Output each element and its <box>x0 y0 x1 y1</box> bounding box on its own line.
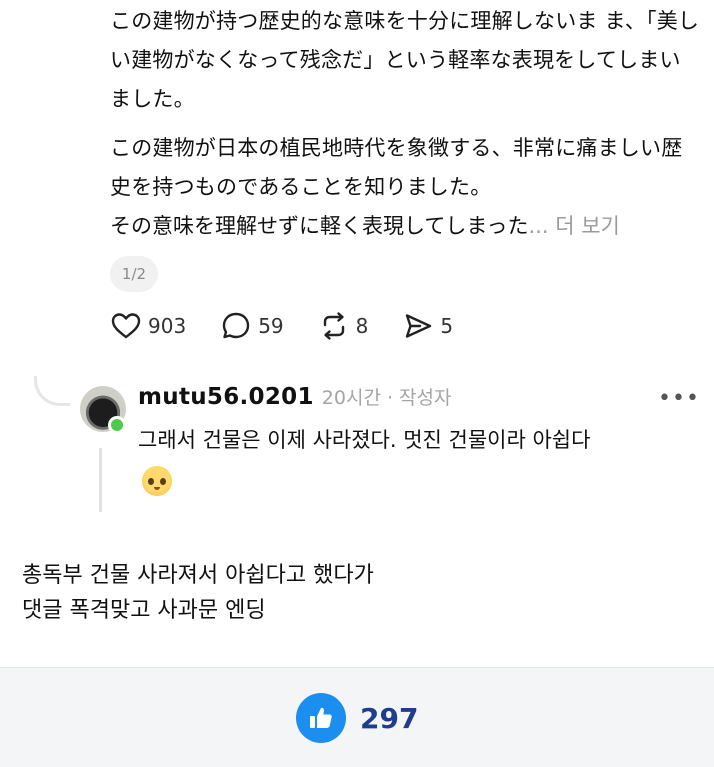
reply-text: 그래서 건물은 이제 사라졌다. 멋진 건물이라 아쉽다 <box>138 428 591 452</box>
bottom-like-bar <box>0 667 714 767</box>
heart-icon <box>111 313 141 339</box>
post-body: この建物が持つ歴史的な意味を十分に理解しないま ま、「美しい建物がなくなって残念… <box>110 2 700 246</box>
like-count: 903 <box>148 314 187 338</box>
post-paragraph-3-truncated: その意味を理解せずに軽く表現してしまった... 더 보기 <box>110 207 700 246</box>
post-paragraph-3: その意味を理解せずに軽く表現してしまった <box>110 214 529 238</box>
reply-header: mutu56.0201 20시간 · 작성자 <box>138 383 451 410</box>
reply-username[interactable]: mutu56.0201 <box>138 384 314 410</box>
post-paragraph-2: この建物が日本の植民地時代を象徴する、非常に痛ましい歴史を持つものであることを知… <box>110 136 683 199</box>
share-button[interactable]: 5 <box>402 310 453 342</box>
online-status-dot <box>108 416 126 434</box>
caption-line-1: 총독부 건물 사라져서 아쉽다고 했다가 <box>22 563 374 588</box>
reply-meta: 20시간 · 작성자 <box>321 387 452 409</box>
see-more-link[interactable]: 더 보기 <box>549 214 620 238</box>
thumbs-up-icon <box>310 707 332 728</box>
comment-icon <box>222 312 250 339</box>
like-button[interactable]: 903 <box>110 310 186 342</box>
post-paragraph-1: この建物が持つ歴史的な意味を十分に理解しないま ま、「美しい建物がなくなって残念… <box>110 9 700 111</box>
caption: 총독부 건물 사라져서 아쉽다고 했다가 댓글 폭격맞고 사과문 엔딩 <box>22 558 374 628</box>
share-count: 5 <box>440 314 454 338</box>
thread-connector-line <box>99 448 102 512</box>
pleading-face-emoji <box>142 466 172 496</box>
comment-count: 59 <box>258 314 284 338</box>
repost-icon <box>323 312 344 340</box>
page-indicator-badge: 1/2 <box>110 256 158 292</box>
repost-button[interactable]: 8 <box>318 310 369 342</box>
thread-connector-curve <box>34 376 70 406</box>
caption-line-2: 댓글 폭격맞고 사과문 엔딩 <box>22 598 266 623</box>
thumbs-up-button[interactable] <box>296 693 346 743</box>
post-action-bar: 903 59 8 5 <box>110 306 487 346</box>
more-icon[interactable]: ••• <box>658 386 700 411</box>
repost-count: 8 <box>355 314 369 338</box>
comment-button[interactable]: 59 <box>220 310 284 342</box>
share-icon <box>406 314 432 338</box>
ellipsis: ... <box>528 214 549 238</box>
total-like-count: 297 <box>360 702 419 735</box>
